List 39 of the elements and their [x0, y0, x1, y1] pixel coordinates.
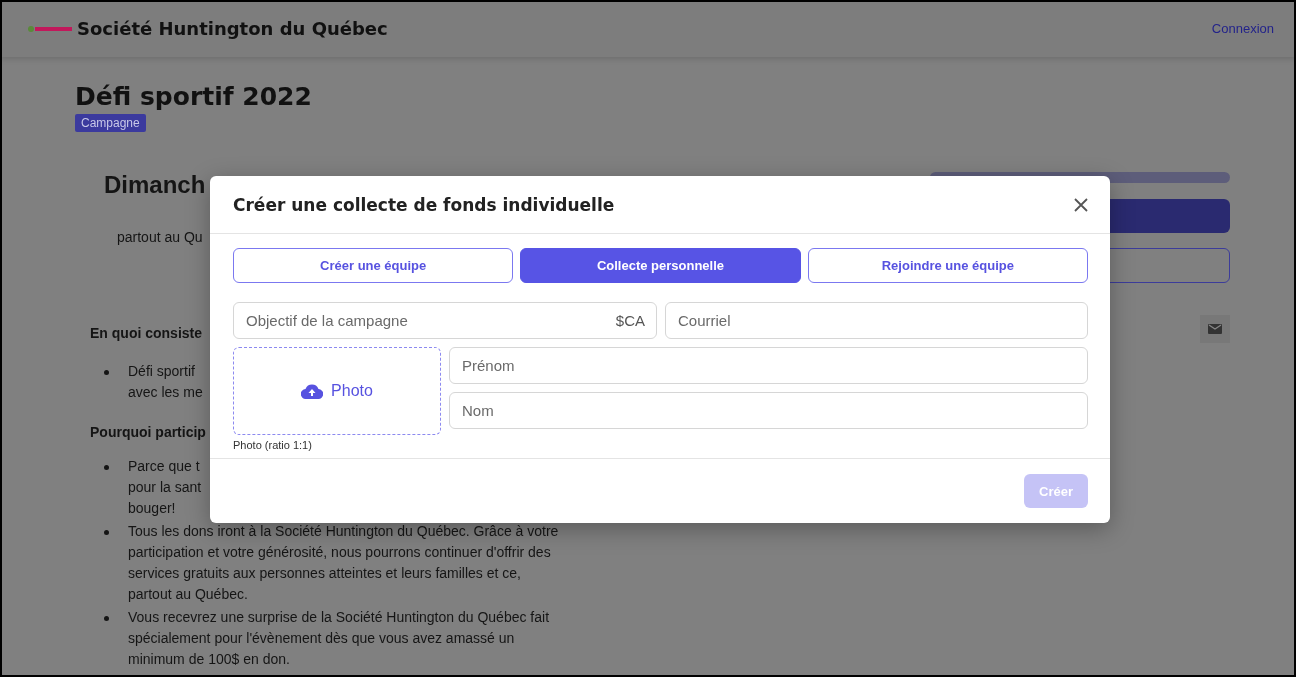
email-field[interactable]: Courriel	[665, 302, 1088, 339]
cloud-upload-icon	[301, 383, 324, 399]
bullet-icon	[104, 465, 109, 470]
logo-icon	[27, 23, 73, 34]
first-name-field[interactable]: Prénom	[449, 347, 1088, 384]
list-line: Défi sportif	[128, 362, 195, 381]
mode-tab[interactable]: Collecte personnelle	[520, 248, 801, 283]
photo-upload-button[interactable]: Photo	[233, 347, 441, 435]
list-line: bouger!	[128, 499, 176, 518]
list-line: pour la sant	[128, 478, 202, 497]
mode-tab[interactable]: Créer une équipe	[233, 248, 514, 283]
list-line: Parce que t	[128, 457, 200, 476]
list-line: participation et votre générosité, nous pourrons continuer d'offrir des	[128, 543, 551, 562]
currency-suffix: $CA	[615, 312, 645, 329]
envelope-icon	[1208, 324, 1222, 334]
campaign-title: Défi sportif 2022	[75, 81, 313, 113]
site-name: Société Huntington du Québec	[77, 18, 388, 39]
modal-title: Créer une collecte de fonds individuelle	[233, 194, 615, 215]
list-line: minimum de 100$ en don.	[128, 650, 290, 669]
mail-button[interactable]	[1200, 315, 1230, 343]
list-line: partout au Québec.	[128, 585, 248, 604]
location-text: partout au Qu	[117, 228, 203, 247]
list-line: services gratuits aux personnes atteintes et leurs familles et ce,	[128, 564, 521, 583]
date-heading: Dimanch	[104, 170, 206, 200]
bullet-icon	[104, 370, 109, 375]
section-heading: En quoi consiste	[90, 324, 202, 343]
bullet-icon	[104, 530, 109, 535]
list-line: spécialement pour l'évènement dès que vous avez amassé un	[128, 629, 515, 648]
mode-tab[interactable]: Rejoindre une équipe	[807, 248, 1088, 283]
list-line: Tous les dons iront à la Société Huntington du Québec. Grâce à votre	[128, 522, 559, 541]
list-line: avec les me	[128, 383, 203, 402]
section-heading: Pourquoi particip	[90, 423, 206, 442]
close-button[interactable]	[1074, 197, 1088, 212]
list-line: Vous recevrez une surprise de la Société Huntington du Québec fait	[128, 608, 550, 627]
photo-caption: Photo (ratio 1:1)	[233, 439, 313, 451]
campaign-badge: Campagne	[75, 114, 146, 132]
bullet-icon	[104, 616, 109, 621]
last-name-field[interactable]: Nom	[449, 392, 1088, 429]
login-link[interactable]: Connexion	[1211, 21, 1274, 36]
